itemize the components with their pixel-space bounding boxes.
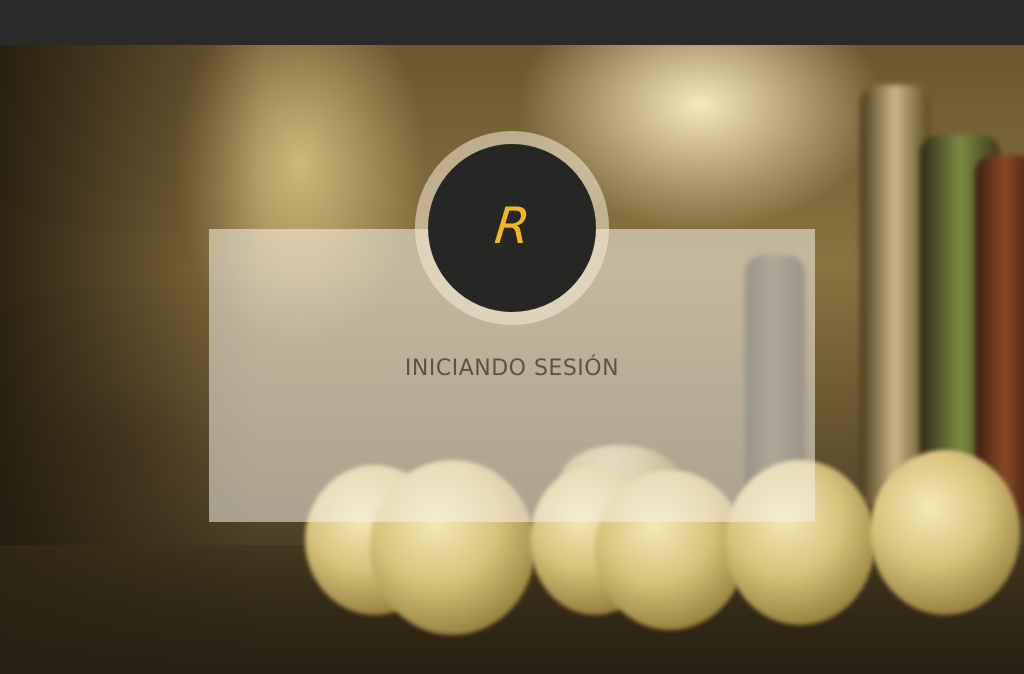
app-logo: R (428, 144, 596, 312)
logo-letter: R (491, 197, 533, 255)
login-status-text: INICIANDO SESIÓN (404, 356, 620, 381)
top-bar (0, 0, 1024, 45)
apple-shape (870, 450, 1020, 615)
